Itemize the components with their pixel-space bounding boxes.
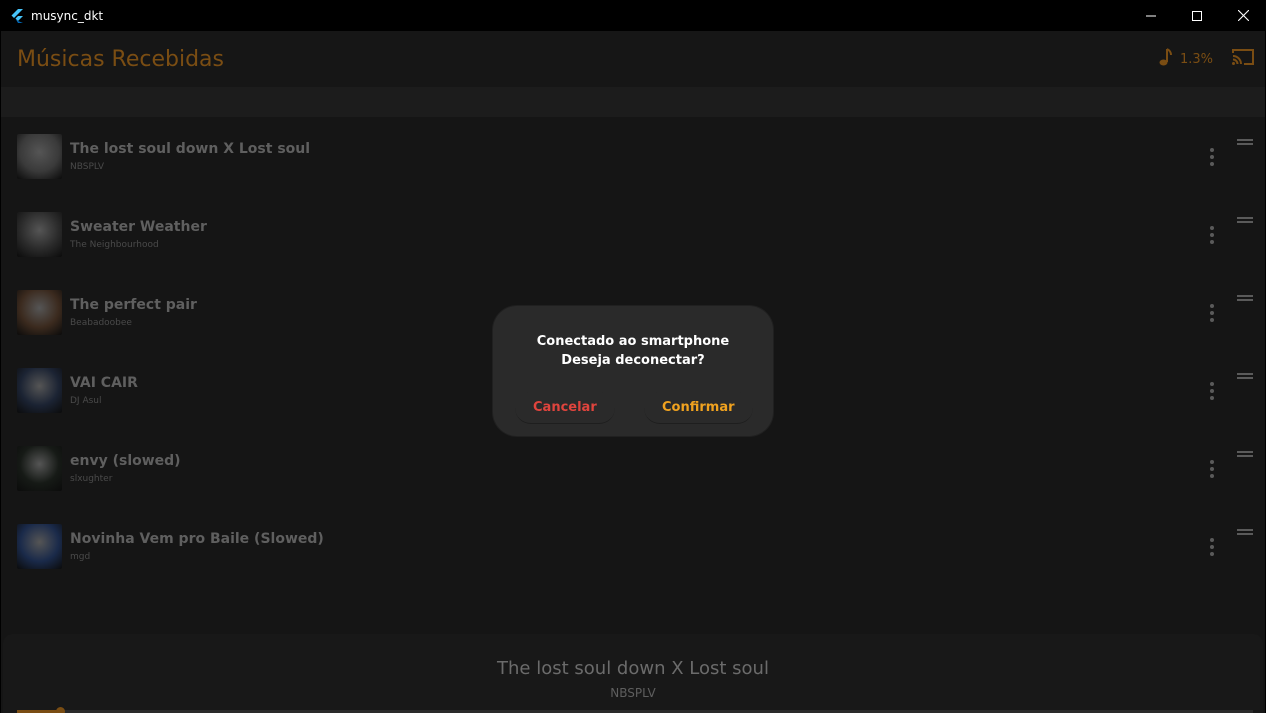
- track-row[interactable]: Sweater Weather The Neighbourhood: [1, 199, 1265, 277]
- track-artist: slxughter: [70, 474, 113, 484]
- window-title: musync_dkt: [31, 8, 104, 23]
- track-artist: DJ Asul: [70, 396, 102, 406]
- drag-handle-icon[interactable]: [1237, 451, 1253, 457]
- toolbar-strip: [1, 87, 1265, 117]
- track-title: VAI CAIR: [70, 375, 138, 391]
- more-options-icon[interactable]: [1204, 458, 1220, 480]
- track-artist: Beabadoobee: [70, 318, 132, 328]
- drag-handle-icon[interactable]: [1237, 139, 1253, 145]
- track-row[interactable]: envy (slowed) slxughter: [1, 433, 1265, 511]
- close-icon: [1237, 10, 1249, 21]
- more-options-icon[interactable]: [1204, 146, 1220, 168]
- volume-percent: 1.3%: [1179, 52, 1213, 67]
- music-note-icon: [1158, 48, 1172, 71]
- drag-handle-icon[interactable]: [1237, 529, 1253, 535]
- track-row[interactable]: Novinha Vem pro Baile (Slowed) mgd: [1, 511, 1265, 589]
- appbar-actions: 1.3%: [1158, 48, 1255, 71]
- window-controls: [1128, 0, 1266, 31]
- drag-handle-icon[interactable]: [1237, 373, 1253, 379]
- more-options-icon[interactable]: [1204, 302, 1220, 324]
- dialog-line-2: Deseja deconectar?: [561, 353, 705, 368]
- track-title: The perfect pair: [70, 297, 197, 313]
- album-thumbnail: [17, 446, 62, 491]
- maximize-icon: [1192, 10, 1202, 21]
- more-options-icon[interactable]: [1204, 380, 1220, 402]
- cast-icon[interactable]: [1231, 48, 1255, 71]
- window-titlebar: musync_dkt: [0, 0, 1266, 31]
- album-thumbnail: [17, 212, 62, 257]
- dialog-message: Conectado ao smartphone Deseja deconecta…: [493, 332, 773, 370]
- confirm-button[interactable]: Confirmar: [644, 392, 753, 424]
- maximize-button[interactable]: [1174, 0, 1220, 31]
- dialog-line-1: Conectado ao smartphone: [536, 334, 730, 349]
- close-button[interactable]: [1220, 0, 1266, 31]
- drag-handle-icon[interactable]: [1237, 295, 1253, 301]
- disconnect-dialog: Conectado ao smartphone Deseja deconecta…: [493, 306, 773, 436]
- track-artist: mgd: [70, 552, 91, 562]
- album-thumbnail: [17, 290, 62, 335]
- now-playing-bar: The lost soul down X Lost soul NBSPLV: [3, 634, 1263, 713]
- progress-knob[interactable]: [56, 707, 66, 713]
- track-artist: NBSPLV: [70, 162, 105, 172]
- more-options-icon[interactable]: [1204, 224, 1220, 246]
- now-playing-artist: NBSPLV: [610, 686, 656, 700]
- app-bar: Músicas Recebidas 1.3%: [1, 31, 1265, 87]
- album-thumbnail: [17, 524, 62, 569]
- page-title: Músicas Recebidas: [17, 47, 224, 72]
- album-thumbnail: [17, 134, 62, 179]
- flutter-icon: [9, 8, 25, 24]
- track-artist: The Neighbourhood: [70, 240, 159, 250]
- track-title: Novinha Vem pro Baile (Slowed): [70, 531, 324, 547]
- track-title: The lost soul down X Lost soul: [70, 141, 311, 157]
- more-options-icon[interactable]: [1204, 536, 1220, 558]
- track-title: Sweater Weather: [70, 219, 207, 235]
- drag-handle-icon[interactable]: [1237, 217, 1253, 223]
- album-thumbnail: [17, 368, 62, 413]
- cancel-button[interactable]: Cancelar: [515, 392, 615, 424]
- track-title: envy (slowed): [70, 453, 181, 469]
- now-playing-title: The lost soul down X Lost soul: [497, 658, 769, 679]
- minimize-button[interactable]: [1128, 0, 1174, 31]
- track-row[interactable]: The lost soul down X Lost soul NBSPLV: [1, 121, 1265, 199]
- minimize-icon: [1146, 15, 1156, 16]
